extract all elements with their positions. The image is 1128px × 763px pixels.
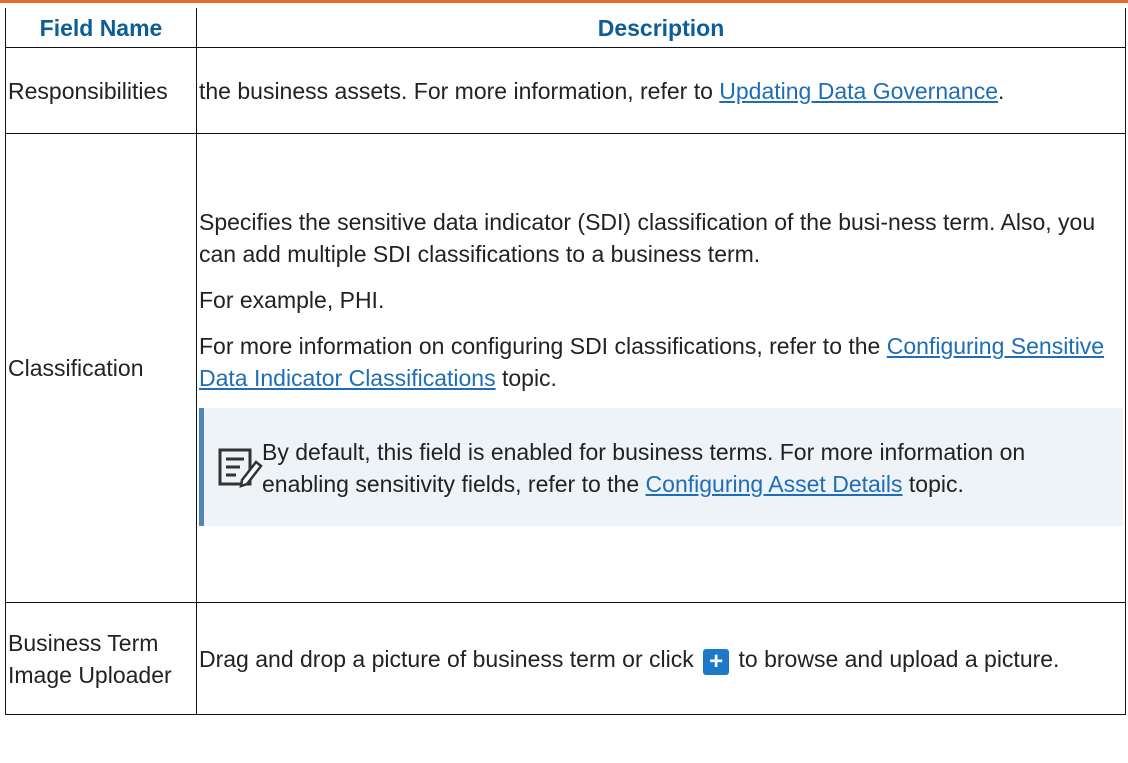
note-text: By default, this field is enabled for bu… — [262, 439, 1026, 497]
description-text: Drag and drop a picture of business term… — [199, 645, 701, 672]
description-cell: Drag and drop a picture of business term… — [196, 602, 1126, 715]
description-text: For more information on configuring SDI … — [199, 333, 887, 359]
plus-icon[interactable]: + — [703, 648, 730, 675]
description-text: topic. — [495, 365, 557, 391]
description-paragraph: Specifies the sensitive data indicator (… — [199, 209, 1096, 267]
description-paragraph: For more information on configuring SDI … — [199, 330, 1123, 394]
description-cell: Specifies the sensitive data indicator (… — [196, 133, 1126, 603]
header-description: Description — [196, 8, 1126, 48]
field-name-cell: Classification — [5, 133, 197, 603]
description-cell: the business assets. For more informatio… — [196, 47, 1126, 134]
field-description-table: Field Name Description Responsibilities … — [5, 8, 1126, 715]
description-paragraph: For example, PHI. — [199, 287, 385, 313]
top-accent-rule — [0, 0, 1128, 3]
description-text: to browse and upload a picture. — [732, 645, 1060, 672]
description-text: . — [998, 77, 1005, 104]
table-row: Responsibilities the business assets. Fo… — [5, 47, 1126, 134]
configuring-asset-details-link[interactable]: Configuring Asset Details — [646, 471, 903, 497]
table-header-row: Field Name Description — [5, 8, 1126, 48]
header-field-name: Field Name — [5, 8, 197, 48]
table-row: Business Term Image Uploader Drag and dr… — [5, 602, 1126, 715]
note-edit-icon — [218, 448, 263, 488]
description-text: the business assets. For more informatio… — [199, 77, 720, 104]
field-name-cell: Business Term Image Uploader — [5, 602, 197, 715]
updating-data-governance-link[interactable]: Updating Data Governance — [719, 78, 998, 104]
table-row: Classification Specifies the sensitive d… — [5, 133, 1126, 603]
field-name-cell: Responsibilities — [5, 47, 197, 134]
note-box: By default, this field is enabled for bu… — [199, 408, 1123, 526]
